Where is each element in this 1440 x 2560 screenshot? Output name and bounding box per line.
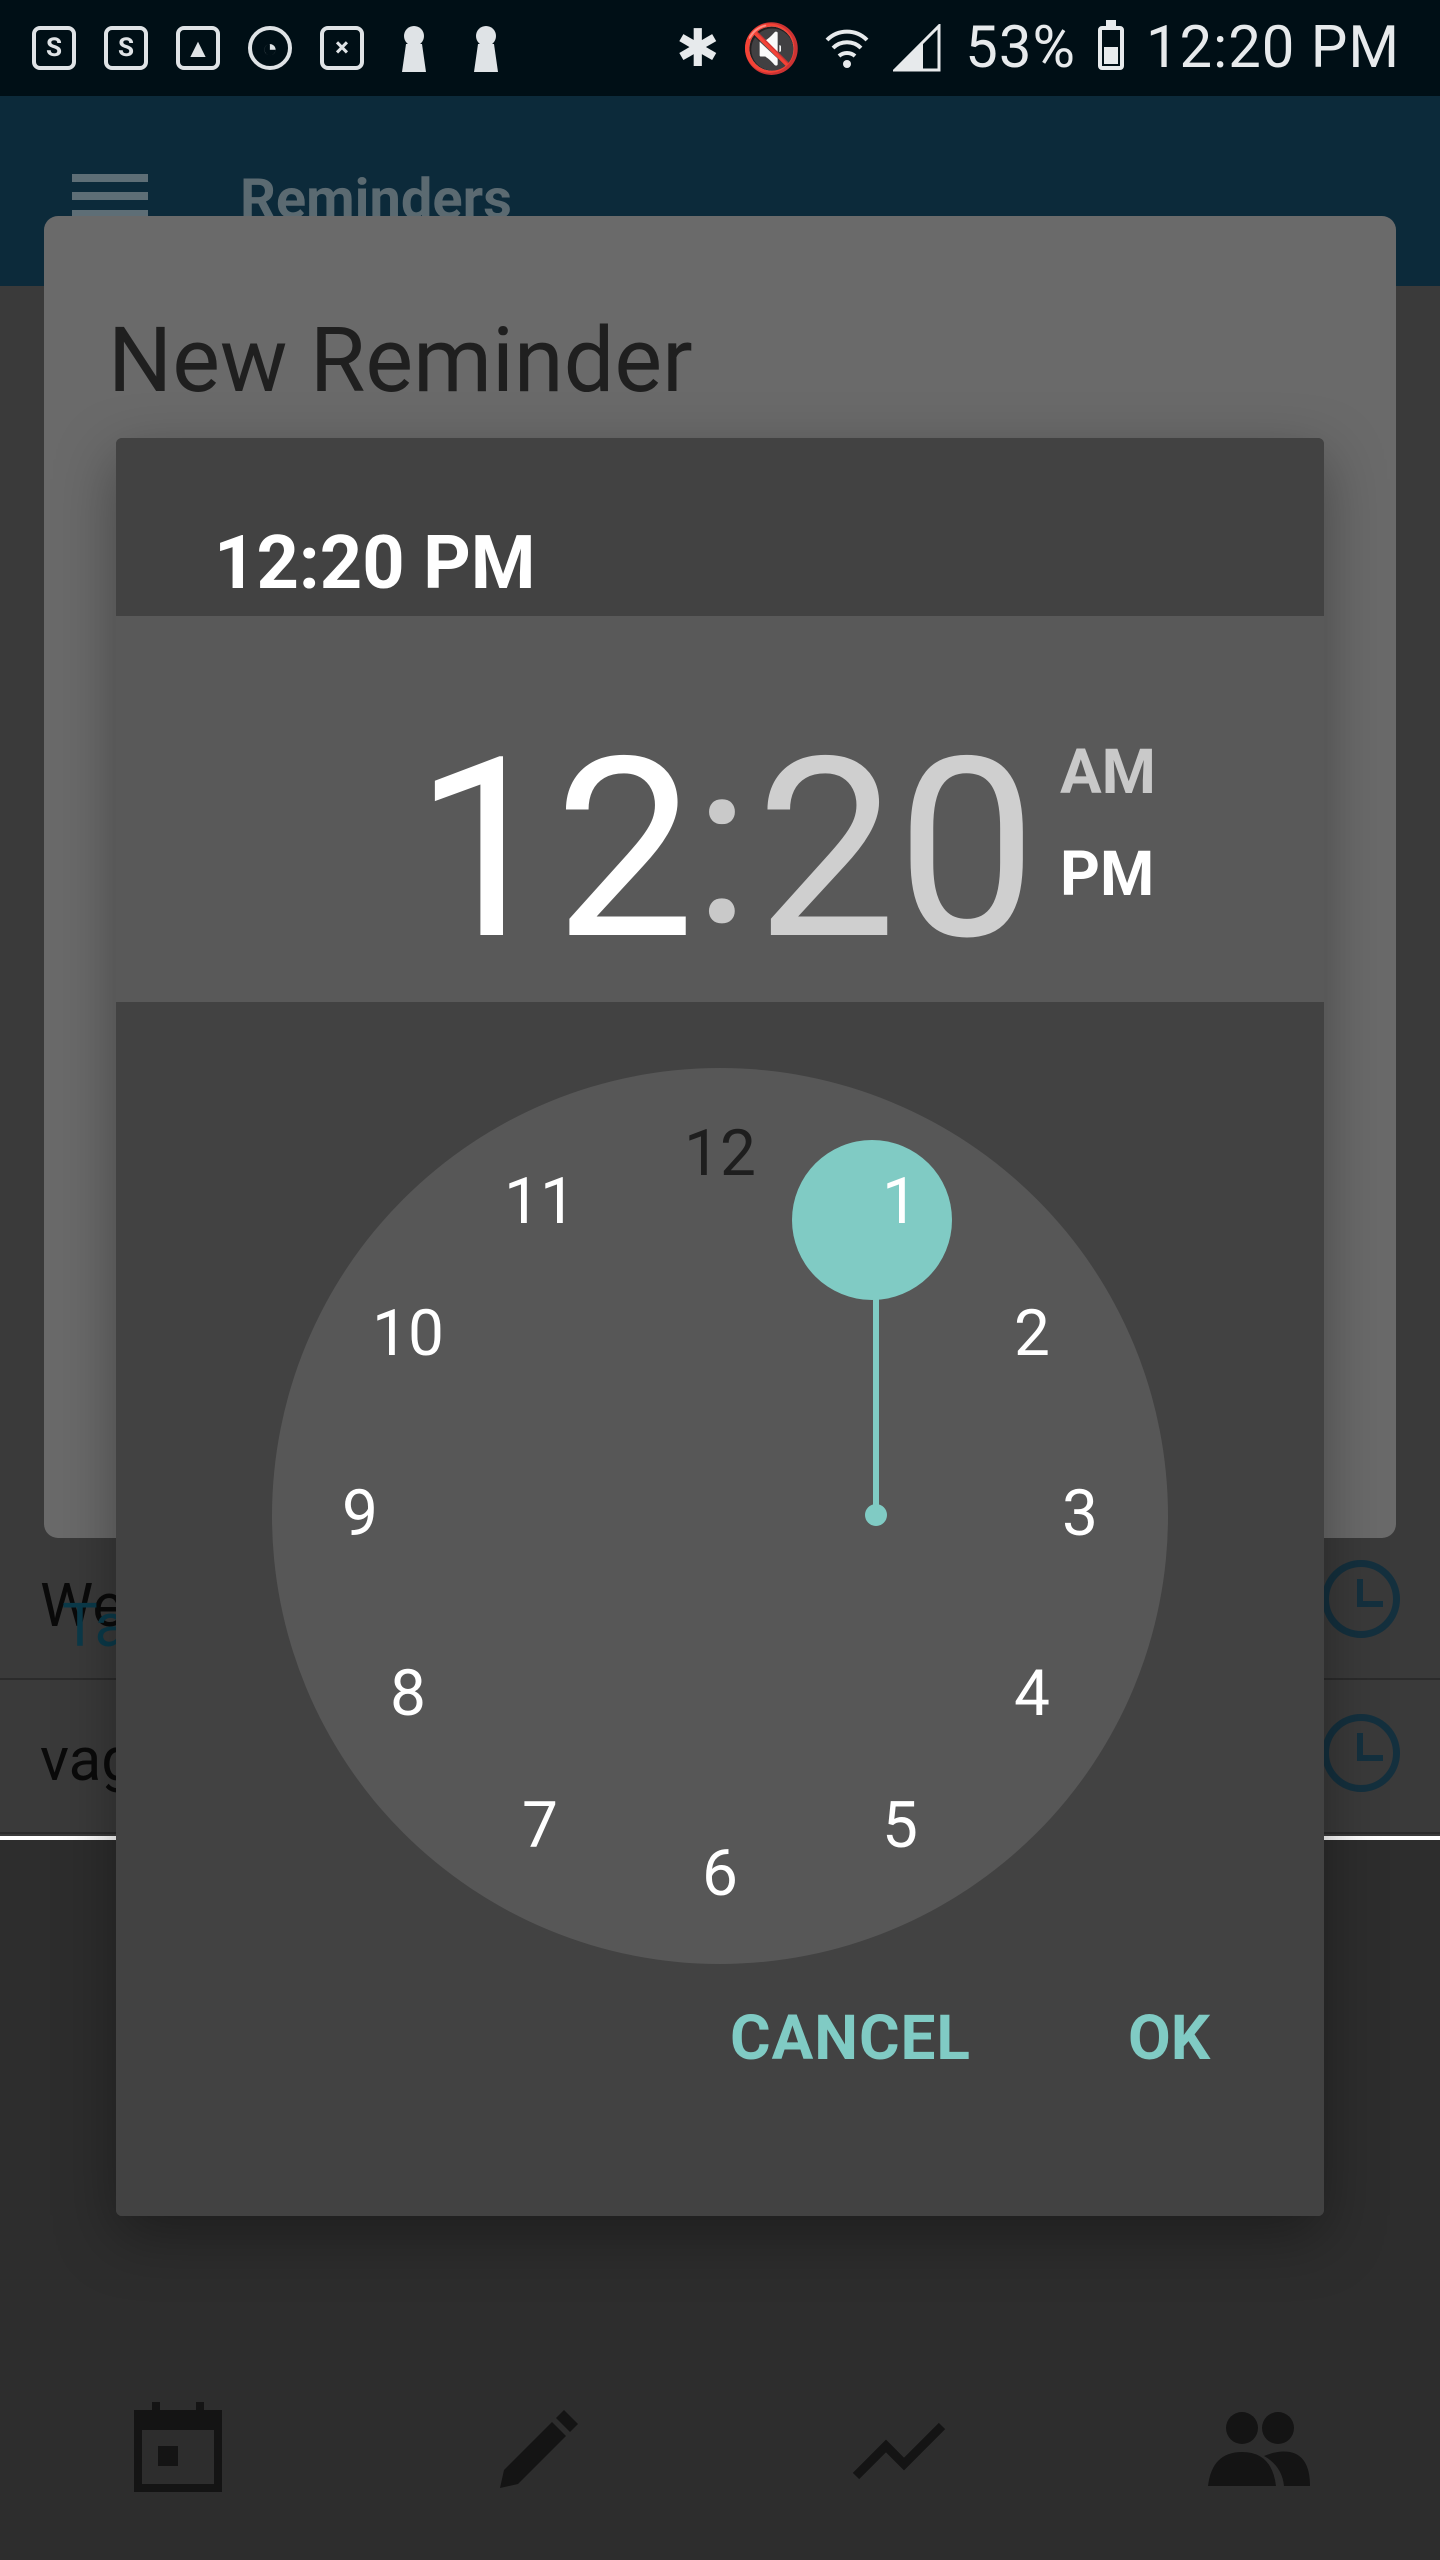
minutes-display[interactable]: 20	[756, 726, 1037, 976]
clock-number-4[interactable]: 4	[972, 1649, 1092, 1739]
clock-number-6[interactable]: 6	[660, 1829, 780, 1919]
keyhole-icon	[460, 22, 512, 74]
signal-icon	[893, 24, 941, 72]
keyhole-icon	[388, 22, 440, 74]
clock-number-11[interactable]: 11	[480, 1157, 600, 1247]
wifi-icon	[825, 29, 869, 68]
skype-icon: S	[28, 22, 80, 74]
mute-icon: 🔇	[741, 19, 802, 77]
edit-icon[interactable]	[490, 2400, 586, 2496]
notification-icons: S S ▲ ◔ ×	[28, 22, 512, 74]
header-time: 12:20 PM	[214, 520, 536, 607]
time-picker-dialog: 12:20 PM 12 : 20 AM PM 12 1 2 3 4 5 6 7 …	[116, 438, 1324, 2216]
hours-display[interactable]: 12	[414, 726, 695, 976]
battery-icon	[1097, 20, 1124, 70]
gallery-icon: ▲	[172, 22, 224, 74]
clock-number-3[interactable]: 3	[1020, 1469, 1140, 1559]
clock-number-12[interactable]: 12	[660, 1109, 780, 1199]
clock-area: 12 1 2 3 4 5 6 7 8 9 10 11 CANCEL OK	[116, 1002, 1324, 2216]
skype-business-icon: S	[100, 22, 152, 74]
picker-header: 12:20 PM	[116, 438, 1324, 616]
alarm-icon[interactable]	[1322, 1560, 1400, 1638]
clock-center	[865, 1504, 887, 1526]
am-toggle[interactable]: AM	[1060, 736, 1156, 809]
trending-icon[interactable]	[850, 2410, 950, 2490]
pm-toggle[interactable]: PM	[1060, 838, 1154, 911]
clock-face[interactable]: 12 1 2 3 4 5 6 7 8 9 10 11	[272, 1068, 1168, 1964]
cancel-button[interactable]: CANCEL	[730, 2002, 971, 2075]
status-bar: S S ▲ ◔ × ✱ 🔇 53% 12:20 PM	[0, 0, 1440, 96]
battery-percent: 53%	[965, 14, 1076, 82]
sync-icon: ◔	[244, 22, 296, 74]
status-time: 12:20 PM	[1145, 14, 1400, 82]
clock-number-2[interactable]: 2	[972, 1289, 1092, 1379]
alarm-icon[interactable]	[1322, 1714, 1400, 1792]
system-indicators: ✱ 🔇 53% 12:20 PM	[676, 14, 1400, 82]
clock-number-7[interactable]: 7	[480, 1781, 600, 1871]
time-display: 12 : 20 AM PM	[116, 616, 1324, 1002]
hamburger-icon[interactable]	[72, 174, 148, 218]
bluetooth-icon: ✱	[675, 17, 720, 79]
clock-number-5[interactable]: 5	[840, 1781, 960, 1871]
clock-number-9[interactable]: 9	[300, 1469, 420, 1559]
dialog-title: New Reminder	[108, 308, 693, 413]
calculator-icon: ×	[316, 22, 368, 74]
time-separator: :	[694, 710, 750, 979]
calendar-icon[interactable]	[130, 2398, 226, 2494]
people-icon[interactable]	[1204, 2408, 1314, 2488]
clock-number-1[interactable]: 1	[840, 1157, 960, 1247]
clock-number-8[interactable]: 8	[348, 1649, 468, 1739]
clock-number-10[interactable]: 10	[348, 1289, 468, 1379]
ok-button[interactable]: OK	[1128, 2002, 1210, 2075]
